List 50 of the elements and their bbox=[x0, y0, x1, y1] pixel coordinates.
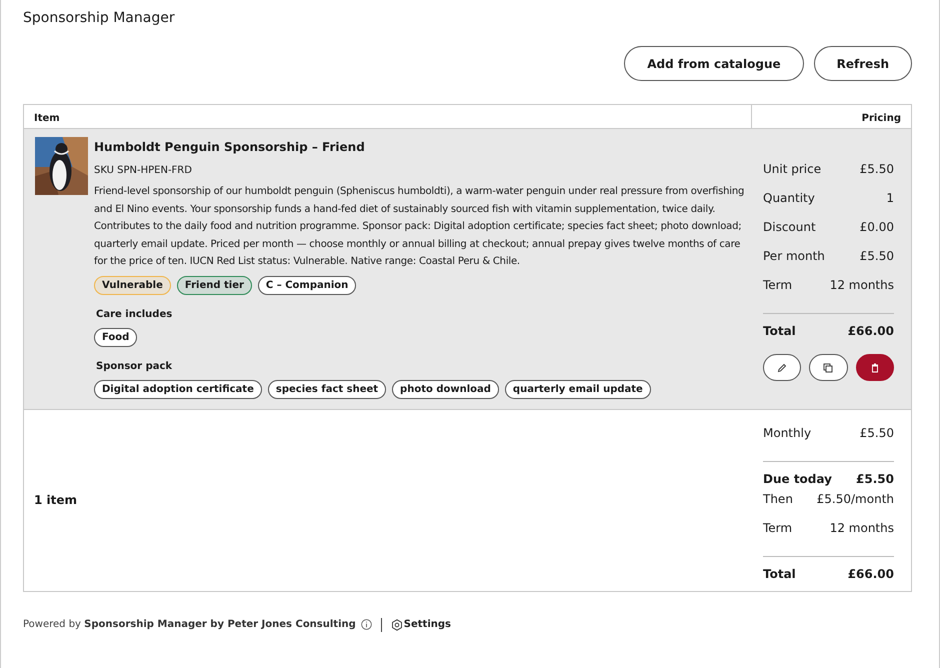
edit-button[interactable] bbox=[763, 354, 802, 381]
trash-icon bbox=[870, 362, 880, 372]
price-value: £66.00 bbox=[848, 324, 894, 340]
item-count: 1 item bbox=[34, 493, 78, 508]
summary-label: Total bbox=[763, 566, 796, 583]
price-label: Per month bbox=[763, 249, 825, 265]
summary-value: £5.50 bbox=[856, 472, 894, 488]
column-header: Item bbox=[33, 112, 61, 126]
item-name: Humboldt Penguin Sponsorship – Friend bbox=[94, 140, 366, 154]
price-label: Unit price bbox=[763, 162, 822, 178]
page-title: Sponsorship Manager bbox=[23, 10, 176, 26]
price-value: £5.50 bbox=[860, 249, 894, 265]
summary-value: £5.50/month bbox=[816, 492, 894, 508]
item-description: Friend-level sponsorship of our humboldt penguin (Spheniscus humboldti), a warm-water penguin under real pressure from overfishing and El Nino events. Your sponsorship funds a hand-fed diet of sustainably sourced fish with vitamin supplementation, twice daily. Contributes to the daily food and nutrition programme. Sponsor pack: Digital adoption certificate; species fact sheet; photo download; quarterly email update. Priced per month — choose monthly or annual billing at checkout; annual prepay gives twelve months of care for the price of ten. IUCN Red List status: Vulnerable. Native range: Coastal Peru & Chile. bbox=[94, 185, 745, 270]
feature-chip: Food bbox=[94, 328, 138, 347]
duplicate-button[interactable] bbox=[809, 354, 848, 381]
section-heading: Care includes bbox=[96, 308, 174, 320]
settings-link[interactable]: Settings bbox=[390, 618, 451, 631]
price-label: Total bbox=[763, 324, 796, 340]
summary-value: £5.50 bbox=[860, 426, 894, 442]
price-value: £5.50 bbox=[860, 162, 894, 178]
copy-icon bbox=[823, 362, 834, 372]
price-label: Discount bbox=[763, 220, 816, 236]
summary-label: Monthly bbox=[763, 426, 812, 442]
status-tag: Vulnerable bbox=[94, 276, 171, 295]
price-value: £0.00 bbox=[860, 220, 894, 236]
feature-chip: Digital adoption certificate bbox=[94, 380, 262, 399]
price-label: Quantity bbox=[763, 191, 815, 207]
pencil-icon bbox=[777, 362, 788, 372]
toolbar-button[interactable]: Add from catalogue bbox=[624, 46, 804, 81]
item-sku: SKU SPN-HPEN-FRD bbox=[94, 165, 193, 176]
info-icon[interactable] bbox=[360, 619, 372, 630]
delete-button[interactable] bbox=[856, 354, 894, 381]
credit-text: Powered by Sponsorship Manager by Peter Jones Consulting bbox=[23, 619, 356, 630]
summary-label: Then bbox=[763, 492, 793, 508]
status-tag: C – Companion bbox=[258, 276, 356, 295]
summary-label: Due today bbox=[763, 472, 832, 488]
section-heading: Sponsor pack bbox=[96, 360, 174, 372]
summary-value: 12 months bbox=[830, 520, 894, 537]
settings-icon bbox=[390, 618, 403, 631]
feature-chip: species fact sheet bbox=[268, 380, 386, 399]
status-tag: Friend tier bbox=[176, 276, 252, 295]
feature-chip: photo download bbox=[392, 380, 499, 399]
price-value: 12 months bbox=[830, 278, 894, 294]
price-label: Term bbox=[763, 278, 792, 294]
toolbar-button[interactable]: Refresh bbox=[814, 46, 912, 81]
feature-chip: quarterly email update bbox=[504, 380, 651, 399]
summary-value: £66.00 bbox=[848, 566, 894, 583]
summary-label: Term bbox=[763, 520, 792, 537]
price-value: 1 bbox=[886, 191, 894, 207]
